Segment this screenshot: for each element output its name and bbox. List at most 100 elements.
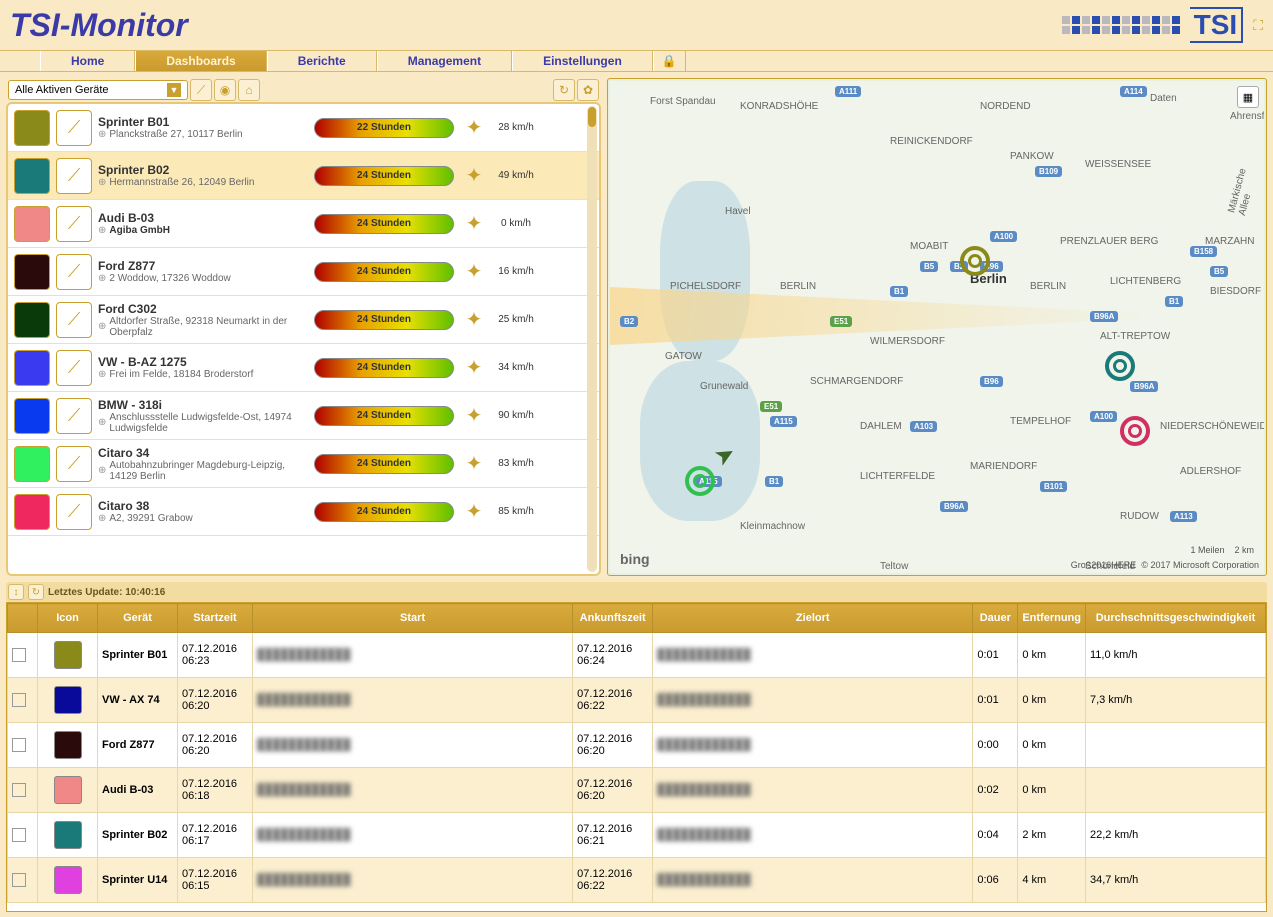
row-checkbox[interactable] <box>12 738 26 752</box>
road-badge: B96A <box>1090 311 1118 322</box>
device-item[interactable]: ⟋ Sprinter B01 ⊕Planckstraße 27, 10117 B… <box>8 104 599 152</box>
tsi-logo: TSI <box>1190 7 1244 43</box>
device-color-swatch <box>14 110 50 146</box>
map-label: ALT-TREPTOW <box>1100 331 1170 342</box>
map-vehicle-marker[interactable] <box>1120 416 1150 446</box>
device-filter-dropdown[interactable]: Alle Aktiven Geräte ▼ <box>8 80 188 100</box>
device-item[interactable]: ⟋ Audi B-03 ⊕Agiba GmbH 24 Stunden ✦ 0 k… <box>8 200 599 248</box>
route-icon[interactable]: ⟋ <box>56 446 92 482</box>
compass-icon: ✦ <box>460 354 488 382</box>
route-icon[interactable]: ⟋ <box>56 158 92 194</box>
nav-einstellungen[interactable]: Einstellungen <box>512 51 653 71</box>
table-header[interactable]: Ankunftszeit <box>573 604 653 633</box>
resize-button[interactable]: ↕ <box>8 584 24 600</box>
table-header[interactable]: Startzeit <box>178 604 253 633</box>
device-info: BMW - 318i ⊕Anschlussstelle Ludwigsfelde… <box>98 398 308 434</box>
road-badge: B96A <box>1130 381 1158 392</box>
cell-distance: 0 km <box>1018 768 1086 813</box>
device-item[interactable]: ⟋ Sprinter B02 ⊕Hermannstraße 26, 12049 … <box>8 152 599 200</box>
device-item[interactable]: ⟋ VW - B-AZ 1275 ⊕Frei im Felde, 18184 B… <box>8 344 599 392</box>
table-row[interactable]: VW - AX 74 07.12.2016 06:20 ████████████… <box>8 678 1266 723</box>
table-header[interactable]: Gerät <box>98 604 178 633</box>
device-name: Citaro 38 <box>98 499 308 513</box>
device-speed: 25 km/h <box>494 314 538 325</box>
map-label: Märkische Allee <box>1226 167 1259 217</box>
road-badge: B5 <box>920 261 938 272</box>
table-header[interactable]: Dauer <box>973 604 1018 633</box>
device-name: BMW - 318i <box>98 398 308 412</box>
table-header[interactable]: Durchschnittsgeschwindigkeit <box>1086 604 1266 633</box>
road-badge: A115 <box>770 416 797 427</box>
home-tool-button[interactable]: ⌂ <box>238 79 260 101</box>
road-badge: A114 <box>1120 86 1147 97</box>
compass-icon: ✦ <box>460 258 488 286</box>
map-label: PANKOW <box>1010 151 1054 162</box>
nav-home[interactable]: Home <box>40 51 135 71</box>
cell-dest: ████████████ <box>653 813 973 858</box>
scrollbar[interactable] <box>587 106 597 572</box>
route-icon[interactable]: ⟋ <box>56 110 92 146</box>
row-checkbox[interactable] <box>12 783 26 797</box>
last-update-label: Letztes Update: 10:40:16 <box>48 587 165 598</box>
device-status-bar: 24 Stunden <box>314 454 454 474</box>
nav-management[interactable]: Management <box>377 51 512 71</box>
nav-berichte[interactable]: Berichte <box>267 51 377 71</box>
table-header[interactable]: Icon <box>38 604 98 633</box>
trips-table: IconGerätStartzeitStartAnkunftszeitZielo… <box>7 603 1266 903</box>
map-label: WILMERSDORF <box>870 336 945 347</box>
settings-button[interactable]: ✿ <box>577 79 599 101</box>
table-row[interactable]: Audi B-03 07.12.2016 06:18 ████████████ … <box>8 768 1266 813</box>
route-icon[interactable]: ⟋ <box>56 494 92 530</box>
cell-dest: ████████████ <box>653 723 973 768</box>
globe-icon: ⊕ <box>98 129 106 140</box>
map-label: PRENZLAUER BERG <box>1060 236 1158 247</box>
map-layers-button[interactable]: ▦ <box>1237 86 1259 108</box>
map-vehicle-marker[interactable] <box>685 466 715 496</box>
device-item[interactable]: ⟋ Citaro 34 ⊕Autobahnzubringer Magdeburg… <box>8 440 599 488</box>
row-checkbox[interactable] <box>12 873 26 887</box>
main-nav: HomeDashboardsBerichteManagementEinstell… <box>0 50 1273 72</box>
table-row[interactable]: Ford Z877 07.12.2016 06:20 ████████████ … <box>8 723 1266 768</box>
row-checkbox[interactable] <box>12 648 26 662</box>
table-header[interactable]: Entfernung <box>1018 604 1086 633</box>
cell-device: Audi B-03 <box>98 768 178 813</box>
table-row[interactable]: Sprinter B02 07.12.2016 06:17 ██████████… <box>8 813 1266 858</box>
device-item[interactable]: ⟋ Ford Z877 ⊕2 Woddow, 17326 Woddow 24 S… <box>8 248 599 296</box>
map-vehicle-marker[interactable] <box>960 246 990 276</box>
table-row[interactable]: Sprinter B01 07.12.2016 06:23 ██████████… <box>8 633 1266 678</box>
refresh-table-button[interactable]: ↻ <box>28 584 44 600</box>
row-checkbox[interactable] <box>12 693 26 707</box>
route-tool-button[interactable]: ⟋ <box>190 79 212 101</box>
device-name: Sprinter B02 <box>98 163 308 177</box>
compass-icon: ✦ <box>460 450 488 478</box>
device-item[interactable]: ⟋ Citaro 38 ⊕A2, 39291 Grabow 24 Stunden… <box>8 488 599 536</box>
road-badge: A100 <box>990 231 1017 242</box>
route-icon[interactable]: ⟋ <box>56 350 92 386</box>
device-item[interactable]: ⟋ Ford C302 ⊕Altdorfer Straße, 92318 Neu… <box>8 296 599 344</box>
device-item[interactable]: ⟋ BMW - 318i ⊕Anschlussstelle Ludwigsfel… <box>8 392 599 440</box>
map-vehicle-marker[interactable] <box>1105 351 1135 381</box>
device-toolbar: Alle Aktiven Geräte ▼ ⟋ ◉ ⌂ ↻ ✿ <box>6 78 601 102</box>
row-checkbox[interactable] <box>12 828 26 842</box>
table-header[interactable]: Start <box>253 604 573 633</box>
nav-dashboards[interactable]: Dashboards <box>135 51 266 71</box>
device-list[interactable]: ⟋ Sprinter B01 ⊕Planckstraße 27, 10117 B… <box>6 102 601 576</box>
route-icon[interactable]: ⟋ <box>56 206 92 242</box>
map-label: Grunewald <box>700 381 748 392</box>
cell-arrival-time: 07.12.2016 06:20 <box>573 768 653 813</box>
route-icon[interactable]: ⟋ <box>56 398 92 434</box>
lock-icon[interactable]: 🔒 <box>653 51 686 71</box>
refresh-button[interactable]: ↻ <box>553 79 575 101</box>
expand-icon[interactable]: ⛶ <box>1253 17 1263 34</box>
target-tool-button[interactable]: ◉ <box>214 79 236 101</box>
table-header[interactable]: Zielort <box>653 604 973 633</box>
cell-start-time: 07.12.2016 06:20 <box>178 723 253 768</box>
device-status-bar: 24 Stunden <box>314 406 454 426</box>
map-label: Ahrensf <box>1230 111 1264 122</box>
map[interactable]: ▦ bing 1 Meilen2 km Groß2016HERE © 2017 … <box>610 81 1264 573</box>
cell-start: ████████████ <box>253 678 573 723</box>
route-icon[interactable]: ⟋ <box>56 254 92 290</box>
route-icon[interactable]: ⟋ <box>56 302 92 338</box>
table-row[interactable]: Sprinter U14 07.12.2016 06:15 ██████████… <box>8 858 1266 903</box>
map-label: SCHMARGENDORF <box>810 376 903 387</box>
